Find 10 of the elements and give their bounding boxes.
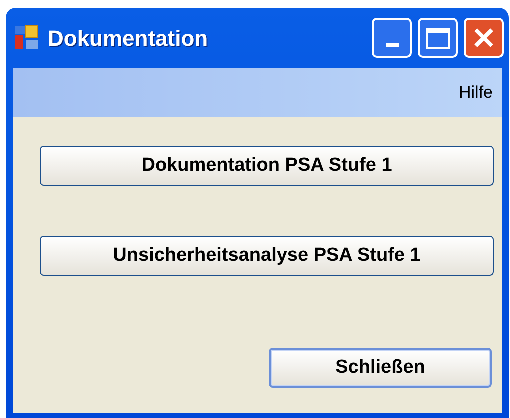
maximize-button[interactable] [418, 18, 458, 58]
minimize-button[interactable] [372, 18, 412, 58]
close-button[interactable] [464, 18, 504, 58]
dialog-button[interactable]: Schließen [269, 348, 492, 388]
menu-item[interactable]: Hilfe [458, 80, 493, 106]
window-title: Dokumentation [48, 24, 208, 52]
dialog-button[interactable]: Unsicherheitsanalyse PSA Stufe 1 [40, 236, 494, 276]
close-icon [473, 27, 495, 49]
dialog-button[interactable]: Dokumentation PSA Stufe 1 [40, 146, 494, 186]
app-icon [14, 25, 40, 51]
